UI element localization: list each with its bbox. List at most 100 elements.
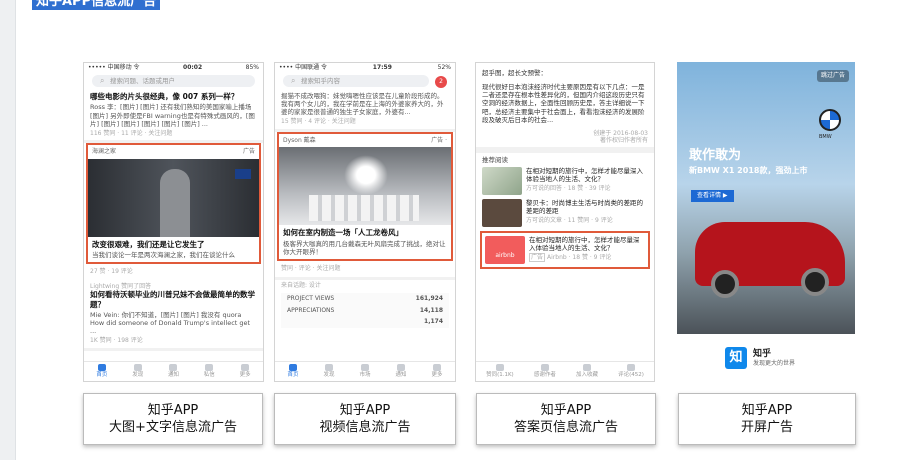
upvote-button[interactable]: 赞同(1.1K)	[486, 364, 514, 379]
item-text: Ross 李：[图片] [图片] 还有我们熟知的美国家喻上播场 [图片] 另外即…	[90, 103, 255, 128]
tab-home[interactable]: 首页	[287, 364, 299, 379]
recommend-item[interactable]: 黎贝卡：时尚博主生活与时尚类的差距的差距的差距 方可说的文章 · 11 赞同 · …	[482, 198, 648, 227]
shop-icon	[360, 364, 369, 372]
item-text: 掘猫不成改喂狗：妹觉嗨嗯性应该是在儿童阶段形成的。我有两个女儿的，我在学前是在上…	[281, 92, 444, 117]
answer-body: 现代很好日本泡沫经济时代主要原因是有以下几点：一是二者还是存在根本性差异化的，但…	[482, 83, 645, 124]
item-text: Mie Vein: 你们不知道，[图片] [图片] 我没有 quora How …	[90, 311, 251, 336]
splash-ad-image[interactable]: 跳过广告 BMW 敢作敢为 新BMW X1 2018款，强劲上市 查看详情 ▶	[677, 62, 855, 334]
tornado-icon	[344, 155, 388, 196]
tab-bar: 首页 发现 市场 通知 更多	[275, 361, 455, 381]
star-icon	[582, 364, 591, 372]
item-title: 哪些电影的片头很经典，像 007 系列一样？	[90, 92, 239, 101]
tab-notify[interactable]: 通知	[395, 364, 407, 379]
answer-header: 超乎图，超长文预警：	[482, 69, 547, 77]
ad-card[interactable]: 海澜之家 广告 改变很艰难，我们还是让它发生了 当我们谈论一年是两次海澜之家，我…	[86, 143, 261, 265]
home-icon	[97, 364, 106, 372]
comment-button[interactable]: 评论(452)	[618, 364, 644, 379]
thank-button[interactable]: 感谢作者	[534, 364, 556, 379]
status-time: 00:02	[183, 64, 203, 71]
ad-card[interactable]: airbnb 在相对短期的旅行中，怎样才能尽量深入体验当地人的生活、文化？ 广告…	[480, 230, 650, 269]
carrier: ••••• 中国移动 令	[88, 64, 140, 71]
caption-video-ad: 知乎APP 视频信息流广告	[274, 393, 456, 445]
phone-answer-page-ad: 超乎图，超长文预警： 现代很好日本泡沫经济时代主要原因是有以下几点：一是二者还是…	[475, 62, 655, 382]
tab-home[interactable]: 首页	[96, 364, 107, 379]
ad-tag: 广告	[529, 253, 546, 263]
caption-image-text-ad: 知乎APP 大图+文字信息流广告	[83, 393, 263, 445]
battery: 85%	[245, 64, 259, 71]
ad-meta: 27 赞 · 19 评论	[90, 268, 133, 276]
item-source: 来自话题: 设计	[275, 276, 455, 292]
ad-text: 当我们谈论一年是两次海澜之家，我们在谈论什么	[92, 251, 235, 260]
recommend-item[interactable]: 在相对短期的旅行中，怎样才能尽量深入体验当地人的生活、文化？ 方可说的回答 · 1…	[482, 166, 648, 195]
status-bar: •••• 中国联通 令 17:59 52%	[275, 63, 455, 73]
heart-icon	[540, 364, 549, 372]
tab-bar: 首页 发现 通知 私信 更多	[84, 361, 263, 381]
favorite-button[interactable]: 加入收藏	[576, 364, 598, 379]
battery: 52%	[437, 64, 451, 71]
brand-logo-icon	[235, 168, 251, 179]
tab-more[interactable]: 更多	[240, 364, 251, 379]
menu-icon	[241, 364, 250, 372]
ad-title: 如何在室内制造一场「人工龙卷风」	[283, 228, 403, 238]
ad-tag: 广告	[242, 148, 255, 156]
stat-row: 1,174	[424, 318, 443, 325]
item-meta: 15 赞同 · 4 评论 · 关注问题	[281, 118, 356, 126]
video-thumbnail[interactable]	[279, 147, 451, 226]
view-details-button[interactable]: 查看详情 ▶	[691, 190, 734, 202]
airbnb-logo-icon: airbnb	[485, 235, 525, 264]
search-input[interactable]: 搜索知乎内容	[283, 75, 429, 87]
tab-messages[interactable]: 私信	[204, 364, 215, 379]
notification-badge[interactable]: 2	[435, 76, 447, 88]
compass-icon	[133, 364, 142, 372]
splash-subline: 新BMW X1 2018款，强劲上市	[689, 166, 808, 175]
carrier: •••• 中国联通 令	[279, 64, 327, 71]
list-item[interactable]: 掘猫不成改喂狗：妹觉嗨嗯性应该是在儿童阶段形成的。我有两个女儿的，我在学前是在上…	[275, 89, 455, 132]
caption-splash-ad: 知乎APP 开屏广告	[678, 393, 856, 445]
tab-discover[interactable]: 发现	[132, 364, 143, 379]
ad-source: Dyson 戴森	[283, 136, 316, 144]
zhihu-logo-icon: 知	[725, 347, 747, 369]
person-figure-icon	[160, 168, 190, 237]
search-input[interactable]: 搜索问题、话题或用户	[92, 75, 255, 87]
menu-icon	[432, 364, 441, 372]
bmw-logo-icon	[819, 109, 841, 131]
copyright-note: 著作权归作者所有	[599, 137, 648, 145]
left-scroll-gutter	[0, 0, 16, 460]
item-meta: 116 赞同 · 11 评论 · 关注问题	[90, 129, 173, 137]
bell-icon	[396, 364, 405, 372]
compass-icon	[324, 364, 333, 372]
tab-market[interactable]: 市场	[359, 364, 371, 379]
ad-text: 极客界大咖真的用几台戴森无叶风扇完成了挑战，绝对让你大开眼界！	[283, 239, 446, 256]
status-bar: ••••• 中国移动 令 00:02 85%	[84, 63, 263, 73]
splash-headline: 敢作敢为	[689, 148, 742, 163]
phone-feed-image-ad: ••••• 中国移动 令 00:02 85% 搜索问题、话题或用户 哪些电影的片…	[83, 62, 264, 382]
wheel-icon	[801, 268, 829, 296]
item-meta: 1K 赞同 · 198 评论	[90, 337, 143, 345]
recommend-title: 推荐阅读	[482, 155, 508, 164]
list-item[interactable]: Lightwing 赞同了回答 如何看待沃顿毕业的川普兄妹不会做最简单的数学题？…	[84, 278, 263, 351]
ad-meta: 赞同 · 评论 · 关注问题	[281, 265, 341, 272]
status-time: 17:59	[372, 64, 392, 71]
comment-icon	[627, 364, 636, 372]
home-icon	[288, 364, 297, 372]
avatar	[482, 198, 522, 227]
ad-image	[88, 158, 259, 237]
ad-title: 改变很艰难，我们还是让它发生了	[92, 239, 205, 249]
thumb-up-icon	[495, 364, 504, 372]
answer-action-bar: 赞同(1.1K) 感谢作者 加入收藏 评论(452)	[476, 361, 654, 381]
bell-icon	[169, 364, 178, 372]
tab-discover[interactable]: 发现	[323, 364, 335, 379]
list-item[interactable]: 哪些电影的片头很经典，像 007 系列一样？ Ross 李：[图片] [图片] …	[84, 89, 263, 144]
app-slogan: 发现更大的世界	[753, 359, 796, 367]
ad-card[interactable]: Dyson 戴森 广告 · 如何在室内制造一场「人工龙卷风」 极客界大咖真的用几…	[277, 131, 453, 261]
skip-ad-button[interactable]: 跳过广告	[816, 70, 849, 82]
tab-notify[interactable]: 通知	[168, 364, 179, 379]
phone-splash-ad: 跳过广告 BMW 敢作敢为 新BMW X1 2018款，强劲上市 查看详情 ▶ …	[677, 62, 855, 382]
article-thumbnail	[482, 166, 522, 195]
tab-more[interactable]: 更多	[431, 364, 443, 379]
brand-name: BMW	[819, 134, 832, 140]
stat-row: PROJECT VIEWS 161,924	[287, 295, 443, 302]
item-title: 如何看待沃顿毕业的川普兄妹不会做最简单的数学题？	[90, 290, 255, 309]
page-title: 知乎APP信息流广告	[32, 0, 161, 10]
caption-answer-ad: 知乎APP 答案页信息流广告	[476, 393, 656, 445]
